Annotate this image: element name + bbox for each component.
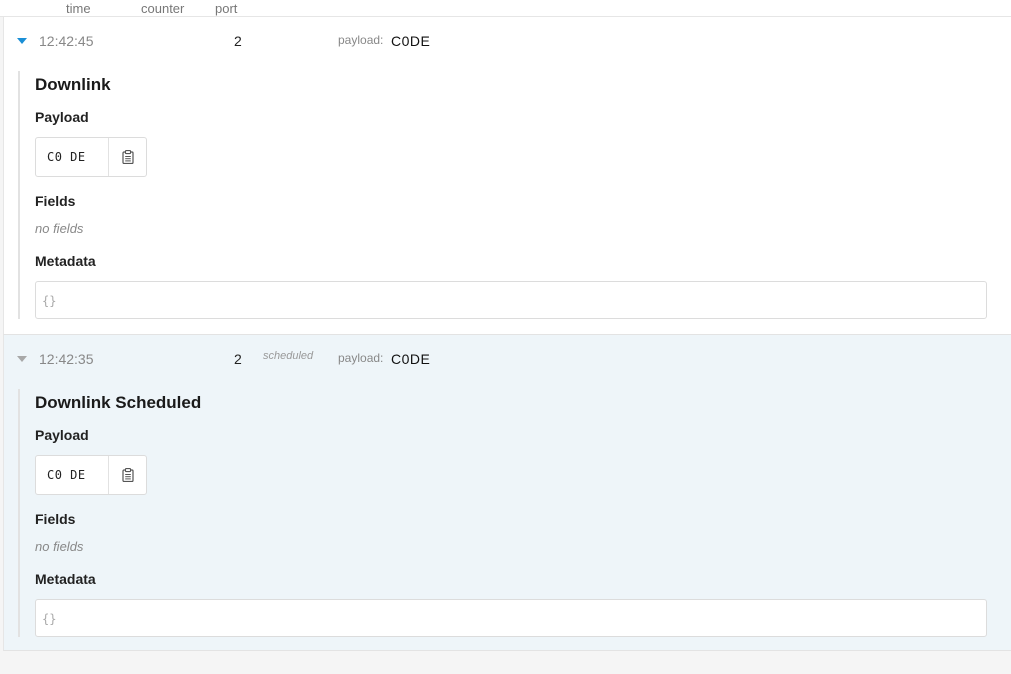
clipboard-icon[interactable] [122,468,134,483]
metadata-box[interactable]: {} [35,281,987,319]
caret-down-icon[interactable] [17,356,27,362]
event-row-header[interactable]: 12:42:45 2 payload: C0DE [4,17,1011,63]
column-counter[interactable]: counter [141,1,184,16]
fields-heading: Fields [35,193,76,209]
metadata-box[interactable]: {} [35,599,987,637]
event-title: Downlink [35,75,111,94]
fields-empty: no fields [35,539,84,554]
clipboard-icon[interactable] [122,150,134,165]
caret-down-icon[interactable] [17,38,27,44]
fields-empty: no fields [35,221,84,236]
event-detail: Downlink Scheduled Payload C0 DE Fields … [18,389,998,637]
metadata-value: {} [42,612,57,626]
column-port[interactable]: port [215,1,237,16]
event-time: 12:42:35 [39,351,94,367]
payload-divider [108,456,109,494]
payload-hex[interactable]: C0 DE [47,468,86,482]
event-detail: Downlink Payload C0 DE Fields no fields … [18,71,998,319]
payload-value: C0DE [391,33,431,49]
event-counter: 2 [234,33,242,49]
payload-heading: Payload [35,109,89,125]
metadata-value: {} [42,294,57,308]
payload-box: C0 DE [35,455,147,495]
event-title: Downlink Scheduled [35,393,202,412]
event-counter: 2 [234,351,242,367]
payload-hex[interactable]: C0 DE [47,150,86,164]
payload-divider [108,138,109,176]
column-time[interactable]: time [66,1,91,16]
payload-value: C0DE [391,351,431,367]
column-header: time counter port [0,0,1011,17]
event-time: 12:42:45 [39,33,94,49]
event-row: 12:42:35 2 scheduled payload: C0DE Downl… [3,335,1011,651]
fields-heading: Fields [35,511,76,527]
event-tag: scheduled [263,350,314,362]
payload-label: payload: [338,351,384,365]
payload-box: C0 DE [35,137,147,177]
metadata-heading: Metadata [35,571,96,587]
payload-heading: Payload [35,427,89,443]
event-row-header[interactable]: 12:42:35 2 scheduled payload: C0DE [4,335,1011,381]
payload-label: payload: [338,33,384,47]
metadata-heading: Metadata [35,253,96,269]
event-row: 12:42:45 2 payload: C0DE Downlink Payloa… [3,17,1011,335]
